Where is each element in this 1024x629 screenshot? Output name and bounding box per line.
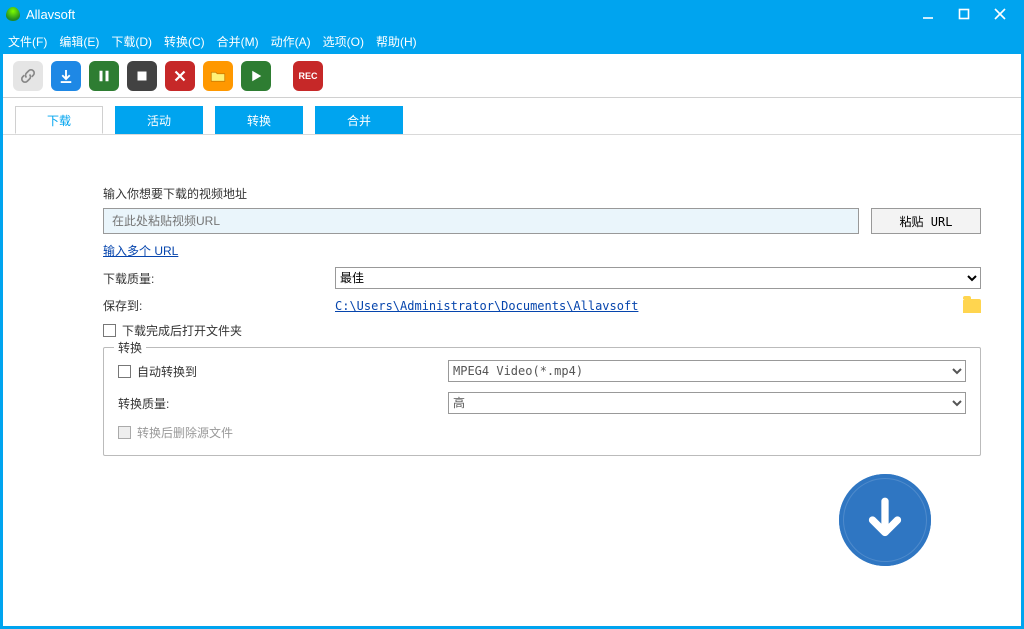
toolbar-pause-button[interactable] (89, 61, 119, 91)
delete-src-checkbox (118, 426, 131, 439)
conv-quality-select[interactable]: 高 (448, 392, 966, 414)
url-prompt: 输入你想要下载的视频地址 (103, 185, 981, 202)
auto-convert-label: 自动转换到 (137, 363, 197, 380)
toolbar-stop-button[interactable] (127, 61, 157, 91)
titlebar: Allavsoft (0, 0, 1024, 28)
delete-src-label: 转换后删除源文件 (137, 424, 233, 441)
toolbar-download-button[interactable] (51, 61, 81, 91)
convert-fieldset: 转换 自动转换到 MPEG4 Video(*.mp4) 转换质量: 高 (103, 347, 981, 456)
maximize-button[interactable] (946, 0, 982, 28)
menu-edit[interactable]: 编辑(E) (59, 33, 99, 50)
menu-convert[interactable]: 转换(C) (164, 33, 205, 50)
browse-folder-icon[interactable] (963, 299, 981, 313)
minimize-button[interactable] (910, 0, 946, 28)
toolbar-folder-button[interactable] (203, 61, 233, 91)
open-after-checkbox[interactable] (103, 324, 116, 337)
menu-download[interactable]: 下载(D) (111, 33, 152, 50)
tab-activity[interactable]: 活动 (115, 106, 203, 134)
toolbar-link-button[interactable] (13, 61, 43, 91)
fieldset-legend: 转换 (114, 339, 146, 356)
content-wrap: REC 下载 活动 转换 合并 输入你想要下载的视频地址 粘贴 URL 输入多个… (0, 54, 1024, 629)
saveto-path[interactable]: C:\Users\Administrator\Documents\Allavso… (335, 299, 638, 313)
tab-download[interactable]: 下载 (15, 106, 103, 134)
tab-merge[interactable]: 合并 (315, 106, 403, 134)
app-title: Allavsoft (26, 7, 75, 22)
auto-convert-checkbox[interactable] (118, 365, 131, 378)
toolbar-play-button[interactable] (241, 61, 271, 91)
paste-url-button[interactable]: 粘贴 URL (871, 208, 981, 234)
toolbar-record-button[interactable]: REC (293, 61, 323, 91)
toolbar: REC (3, 54, 1021, 98)
menu-help[interactable]: 帮助(H) (376, 33, 417, 50)
menu-file[interactable]: 文件(F) (8, 33, 47, 50)
saveto-label: 保存到: (103, 297, 335, 314)
big-download-button[interactable] (839, 474, 931, 566)
menu-merge[interactable]: 合并(M) (217, 33, 259, 50)
form-area: 输入你想要下载的视频地址 粘贴 URL 输入多个 URL 下载质量: 最佳 保存… (3, 135, 1021, 476)
menu-option[interactable]: 选项(O) (323, 33, 364, 50)
open-after-label: 下载完成后打开文件夹 (122, 322, 242, 339)
tab-convert[interactable]: 转换 (215, 106, 303, 134)
tabs: 下载 活动 转换 合并 (3, 98, 1021, 135)
url-input[interactable] (103, 208, 859, 234)
quality-select[interactable]: 最佳 (335, 267, 981, 289)
toolbar-delete-button[interactable] (165, 61, 195, 91)
menu-action[interactable]: 动作(A) (271, 33, 311, 50)
multi-url-link[interactable]: 输入多个 URL (103, 242, 178, 259)
download-arrow-icon (860, 495, 910, 545)
close-button[interactable] (982, 0, 1018, 28)
app-icon (6, 7, 20, 21)
conv-quality-label: 转换质量: (118, 395, 448, 412)
quality-label: 下载质量: (103, 270, 335, 287)
format-select[interactable]: MPEG4 Video(*.mp4) (448, 360, 966, 382)
menubar: 文件(F) 编辑(E) 下载(D) 转换(C) 合并(M) 动作(A) 选项(O… (0, 28, 1024, 54)
